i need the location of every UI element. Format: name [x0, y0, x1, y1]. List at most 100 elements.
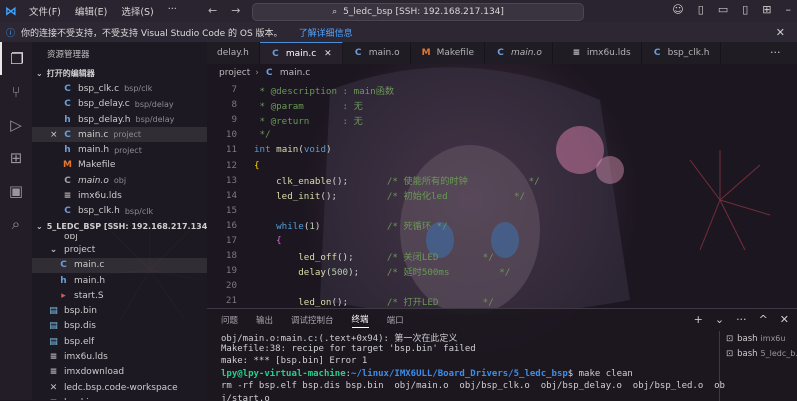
menu-file[interactable]: 文件(F) — [22, 4, 68, 18]
layout-sidebar-icon[interactable]: ▯ — [698, 3, 704, 16]
code-editor[interactable]: 7 * @description : main函数8 * @param : 无9… — [207, 82, 797, 308]
open-editors-header[interactable]: ⌄ 打开的编辑器 — [32, 66, 207, 81]
panel-tab[interactable]: 端口 — [387, 314, 404, 326]
customize-layout-icon[interactable]: ⊞ — [762, 3, 771, 16]
layout-panel-icon[interactable]: ▭ — [718, 3, 728, 16]
open-editor-item[interactable]: hbsp_delay.hbsp/delay — [32, 112, 207, 127]
terminal-instance[interactable]: ⊡bash5_ledc_b... — [720, 346, 797, 361]
explorer-icon[interactable]: ❐ — [0, 42, 32, 75]
layout-secondary-icon[interactable]: ▯ — [742, 3, 748, 16]
editor-tab[interactable]: delay.h — [207, 42, 260, 64]
terminal-name: bash — [737, 349, 757, 359]
tree-item[interactable]: hmain.h — [32, 273, 207, 288]
panel-tab[interactable]: 问题 — [221, 314, 238, 326]
forward-arrow-icon[interactable]: → — [231, 4, 240, 17]
editor-tab[interactable]: Cmain.c✕ — [260, 42, 343, 64]
tree-item[interactable]: ⌄project — [32, 242, 207, 257]
maximize-panel-icon[interactable]: ^ — [759, 313, 768, 326]
tree-item[interactable]: ≡load.imx — [32, 395, 207, 400]
source-control-icon[interactable]: ⑂ — [0, 75, 32, 108]
binary-file-icon: ▤ — [48, 321, 59, 331]
terminal-output[interactable]: obj/main.o:main.c:(.text+0x94): 第一次在此定义M… — [207, 331, 733, 401]
code-line: 16 while(1) /* 死循环 */ — [207, 218, 797, 233]
editor-tab[interactable]: Cmain.o — [343, 42, 411, 64]
tree-item[interactable]: ▤bsp.dis — [32, 319, 207, 334]
code-token: ) — [326, 144, 332, 155]
extensions-icon[interactable]: ⊞ — [0, 141, 32, 174]
code-comment: * @param : 无 — [254, 101, 363, 112]
line-number: 19 — [207, 265, 254, 276]
close-panel-icon[interactable]: ✕ — [780, 313, 789, 326]
code-text: { — [254, 235, 282, 246]
tree-item[interactable]: ▤bsp.bin — [32, 303, 207, 318]
panel-tab[interactable]: 调试控制台 — [291, 314, 334, 326]
code-line: 12{ — [207, 157, 797, 172]
open-editor-item[interactable]: Cmain.oobj — [32, 173, 207, 188]
tree-item[interactable]: ▤bsp.elf — [32, 334, 207, 349]
run-debug-icon[interactable]: ▷ — [0, 108, 32, 141]
code-identifier: led_off — [298, 252, 337, 263]
remote-explorer-icon[interactable]: ▣ — [0, 174, 32, 207]
editor-tab[interactable]: Cmain.o — [485, 42, 553, 64]
more-actions-icon[interactable]: ··· — [770, 46, 789, 59]
terminal-prompt-path: ~/linux/IMX6ULL/Board_Drivers/5_ledc_bsp — [351, 369, 568, 379]
tree-item-name: ledc.bsp.code-workspace — [64, 383, 178, 393]
close-icon[interactable]: ✕ — [776, 26, 785, 39]
open-editor-item[interactable]: Cbsp_clk.hbsp/clk — [32, 204, 207, 219]
menu-more[interactable]: ··· — [161, 4, 184, 18]
chevron-down-icon[interactable]: ⌄ — [715, 313, 724, 326]
tree-item[interactable]: ▸start.S — [32, 288, 207, 303]
minimize-icon[interactable]: – — [786, 3, 792, 16]
copilot-icon[interactable]: ☺ — [672, 3, 683, 16]
terminal-instance[interactable]: ⊡bashimx6u — [720, 331, 797, 346]
command-center-search[interactable]: ⌕ 5_ledc_bsp [SSH: 192.168.217.134] — [252, 3, 584, 21]
panel-tab[interactable]: 输出 — [256, 314, 273, 326]
breadcrumb-file[interactable]: main.c — [280, 68, 310, 78]
menu-selection[interactable]: 选择(S) — [114, 4, 160, 18]
tree-item[interactable]: obj — [32, 234, 207, 242]
c-file-icon: C — [58, 260, 69, 270]
open-editor-item[interactable]: MMakefile — [32, 158, 207, 173]
terminal-line: Makefile:38: recipe for target 'bsp.bin'… — [221, 344, 733, 357]
workspace-header[interactable]: ⌄ 5_LEDC_BSP [SSH: 192.168.217.134] — [32, 219, 207, 234]
terminal-icon: ⊡ — [726, 334, 733, 344]
back-arrow-icon[interactable]: ← — [208, 4, 217, 17]
open-editor-name: bsp_clk.c — [78, 84, 119, 94]
panel-tab[interactable]: 终端 — [352, 313, 369, 328]
editor-tab[interactable]: MMakefile — [411, 42, 485, 64]
close-icon[interactable]: × — [50, 130, 62, 140]
search-icon[interactable]: ⌕ — [0, 207, 32, 240]
close-icon[interactable]: ✕ — [324, 49, 332, 59]
line-number: 20 — [207, 280, 254, 291]
open-editor-item[interactable]: hmain.hproject — [32, 142, 207, 157]
open-editor-item[interactable]: ≡imx6u.lds — [32, 188, 207, 203]
banner-message: 你的连接不受支持，不受支持 Visual Studio Code 的 OS 版本… — [21, 26, 283, 39]
terminal-name: bash — [737, 334, 757, 344]
tree-item-name: imx6u.lds — [64, 352, 108, 362]
tree-item[interactable]: Cmain.c — [32, 258, 207, 273]
code-space — [348, 297, 387, 308]
tree-item-name: project — [64, 245, 95, 255]
open-editor-item[interactable]: Cbsp_delay.cbsp/delay — [32, 97, 207, 112]
title-bar: ⋈ 文件(F) 编辑(E) 选择(S) ··· ← → ⌕ 5_ledc_bsp… — [0, 0, 797, 22]
editor-tab[interactable]: Cbsp_clk.h — [642, 42, 721, 64]
chevron-down-icon: ⌄ — [36, 69, 43, 78]
editor-tab[interactable]: ≡imx6u.lds — [553, 42, 642, 64]
open-editor-item[interactable]: Cbsp_clk.cbsp/clk — [32, 81, 207, 96]
terminal-line: obj/main.o:main.c:(.text+0x94): 第一次在此定义 — [221, 331, 733, 344]
open-editor-item[interactable]: ×Cmain.cproject — [32, 127, 207, 142]
new-terminal-icon[interactable]: + — [694, 313, 703, 326]
tree-item[interactable]: ≡imx6u.lds — [32, 349, 207, 364]
menu-edit[interactable]: 编辑(E) — [68, 4, 114, 18]
makefile-icon: M — [62, 160, 73, 170]
code-text: * @description : main函数 — [254, 83, 394, 97]
more-actions-icon[interactable]: ··· — [736, 313, 747, 326]
tree-item[interactable]: ✕ledc.bsp.code-workspace — [32, 380, 207, 395]
line-number: 9 — [207, 114, 254, 125]
terminal-cwd: 5_ledc_b... — [761, 349, 797, 358]
learn-more-link[interactable]: 了解详细信息 — [299, 26, 353, 39]
code-space — [320, 221, 386, 232]
breadcrumb-folder[interactable]: project — [219, 68, 250, 78]
tree-item[interactable]: ≡imxdownload — [32, 365, 207, 380]
line-number: 17 — [207, 235, 254, 246]
